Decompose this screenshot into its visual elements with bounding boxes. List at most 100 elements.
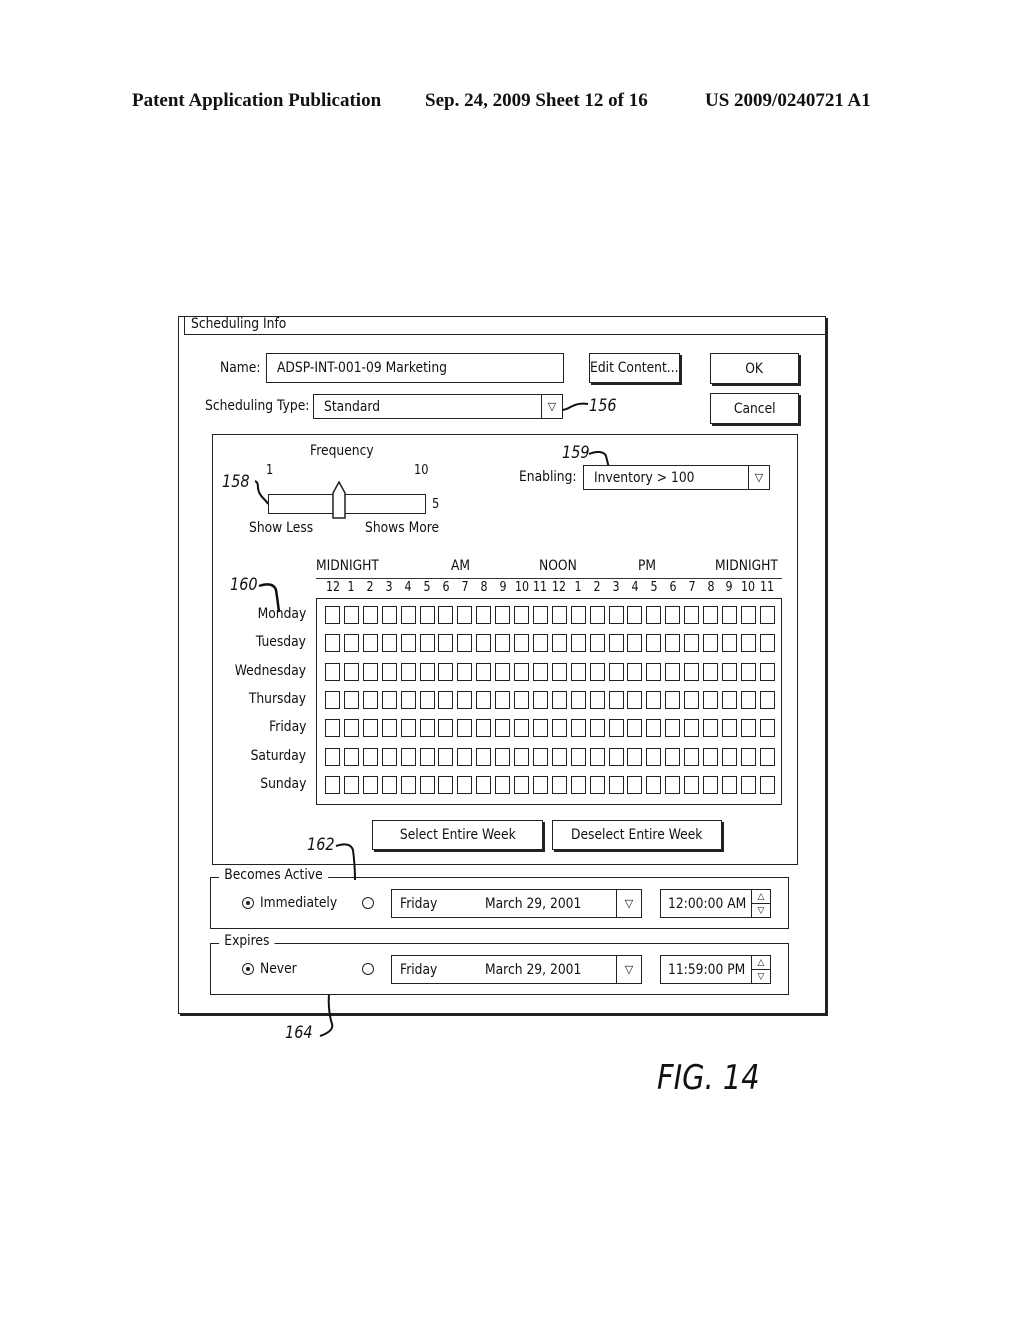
- schedule-cell[interactable]: [759, 662, 775, 681]
- schedule-cell[interactable]: [419, 719, 435, 738]
- schedule-cell[interactable]: [457, 690, 473, 709]
- ok-button[interactable]: OK: [710, 353, 799, 384]
- frequency-slider-thumb[interactable]: [332, 481, 346, 519]
- schedule-cell[interactable]: [589, 719, 605, 738]
- schedule-cell[interactable]: [721, 719, 737, 738]
- schedule-cell[interactable]: [400, 690, 416, 709]
- schedule-cell[interactable]: [589, 747, 605, 766]
- schedule-cell[interactable]: [381, 634, 397, 653]
- schedule-cell[interactable]: [551, 606, 567, 624]
- schedule-cell[interactable]: [684, 690, 700, 709]
- schedule-cell[interactable]: [703, 634, 718, 653]
- schedule-cell[interactable]: [608, 634, 624, 653]
- schedule-cell[interactable]: [551, 634, 567, 653]
- schedule-cell[interactable]: [703, 719, 718, 738]
- schedule-cell[interactable]: [438, 662, 454, 681]
- schedule-cell[interactable]: [343, 634, 359, 653]
- schedule-cell[interactable]: [703, 775, 718, 794]
- schedule-cell[interactable]: [551, 662, 567, 681]
- schedule-cell[interactable]: [646, 719, 662, 738]
- schedule-cell[interactable]: [362, 690, 378, 709]
- schedule-cell[interactable]: [457, 775, 473, 794]
- schedule-cell[interactable]: [665, 634, 681, 653]
- schedule-cell[interactable]: [343, 606, 359, 624]
- schedule-cell[interactable]: [589, 634, 605, 653]
- deselect-entire-week-button[interactable]: Deselect Entire Week: [552, 820, 722, 850]
- schedule-cell[interactable]: [570, 775, 586, 794]
- schedule-cell[interactable]: [400, 634, 416, 653]
- schedule-cell[interactable]: [703, 690, 718, 709]
- schedule-cell[interactable]: [551, 747, 567, 766]
- schedule-cell[interactable]: [381, 747, 397, 766]
- schedule-cell[interactable]: [343, 775, 359, 794]
- schedule-cell[interactable]: [551, 690, 567, 709]
- schedule-cell[interactable]: [646, 662, 662, 681]
- schedule-cell[interactable]: [551, 719, 567, 738]
- schedule-cell[interactable]: [438, 690, 454, 709]
- schedule-cell[interactable]: [759, 775, 775, 794]
- schedule-cell[interactable]: [514, 719, 529, 738]
- schedule-cell[interactable]: [627, 634, 643, 653]
- schedule-cell[interactable]: [514, 662, 529, 681]
- schedule-cell[interactable]: [721, 775, 737, 794]
- schedule-cell[interactable]: [476, 775, 492, 794]
- schedule-cell[interactable]: [514, 634, 529, 653]
- schedule-cell[interactable]: [759, 690, 775, 709]
- schedule-cell[interactable]: [362, 634, 378, 653]
- schedule-cell[interactable]: [476, 662, 492, 681]
- schedule-cell[interactable]: [608, 719, 624, 738]
- schedule-cell[interactable]: [495, 662, 511, 681]
- schedule-cell[interactable]: [740, 747, 756, 766]
- schedule-cell[interactable]: [684, 775, 700, 794]
- schedule-cell[interactable]: [532, 690, 548, 709]
- schedule-cell[interactable]: [362, 606, 378, 624]
- schedule-cell[interactable]: [476, 634, 492, 653]
- schedule-cell[interactable]: [627, 747, 643, 766]
- schedule-cell[interactable]: [514, 690, 529, 709]
- schedule-cell[interactable]: [684, 634, 700, 653]
- schedule-cell[interactable]: [476, 606, 492, 624]
- schedule-cell[interactable]: [759, 634, 775, 653]
- schedule-cell[interactable]: [400, 662, 416, 681]
- schedule-cell[interactable]: [532, 662, 548, 681]
- schedule-cell[interactable]: [627, 690, 643, 709]
- schedule-cell[interactable]: [721, 747, 737, 766]
- schedule-cell[interactable]: [646, 634, 662, 653]
- expires-date-select[interactable]: Friday March 29, 2001 ▽: [391, 955, 642, 984]
- schedule-cell[interactable]: [495, 606, 511, 624]
- schedule-cell[interactable]: [381, 606, 397, 624]
- schedule-cell[interactable]: [343, 662, 359, 681]
- schedule-cell[interactable]: [608, 662, 624, 681]
- becomes-active-time-input[interactable]: 12:00:00 AM △ ▽: [660, 889, 771, 918]
- spin-up-icon[interactable]: △: [752, 956, 770, 970]
- enabling-select[interactable]: Inventory > 100 ▽: [583, 465, 770, 490]
- schedule-cell[interactable]: [419, 606, 435, 624]
- schedule-cell[interactable]: [740, 662, 756, 681]
- schedule-cell[interactable]: [589, 606, 605, 624]
- spin-down-icon[interactable]: ▽: [752, 970, 770, 983]
- schedule-cell[interactable]: [740, 690, 756, 709]
- schedule-cell[interactable]: [703, 662, 718, 681]
- schedule-cell[interactable]: [721, 662, 737, 681]
- schedule-cell[interactable]: [570, 634, 586, 653]
- schedule-cell[interactable]: [665, 606, 681, 624]
- schedule-cell[interactable]: [438, 719, 454, 738]
- schedule-cell[interactable]: [381, 690, 397, 709]
- schedule-cell[interactable]: [759, 719, 775, 738]
- spin-up-icon[interactable]: △: [752, 890, 770, 904]
- schedule-cell[interactable]: [381, 775, 397, 794]
- schedule-cell[interactable]: [325, 747, 340, 766]
- schedule-cell[interactable]: [438, 606, 454, 624]
- schedule-cell[interactable]: [419, 662, 435, 681]
- schedule-cell[interactable]: [457, 747, 473, 766]
- schedule-cell[interactable]: [551, 775, 567, 794]
- name-input[interactable]: ADSP-INT-001-09 Marketing: [266, 353, 564, 383]
- schedule-cell[interactable]: [400, 606, 416, 624]
- schedule-cell[interactable]: [646, 606, 662, 624]
- immediately-radio[interactable]: [242, 897, 254, 909]
- schedule-cell[interactable]: [438, 775, 454, 794]
- select-entire-week-button[interactable]: Select Entire Week: [372, 820, 543, 850]
- schedule-cell[interactable]: [438, 747, 454, 766]
- schedule-cell[interactable]: [495, 747, 511, 766]
- schedule-cell[interactable]: [646, 775, 662, 794]
